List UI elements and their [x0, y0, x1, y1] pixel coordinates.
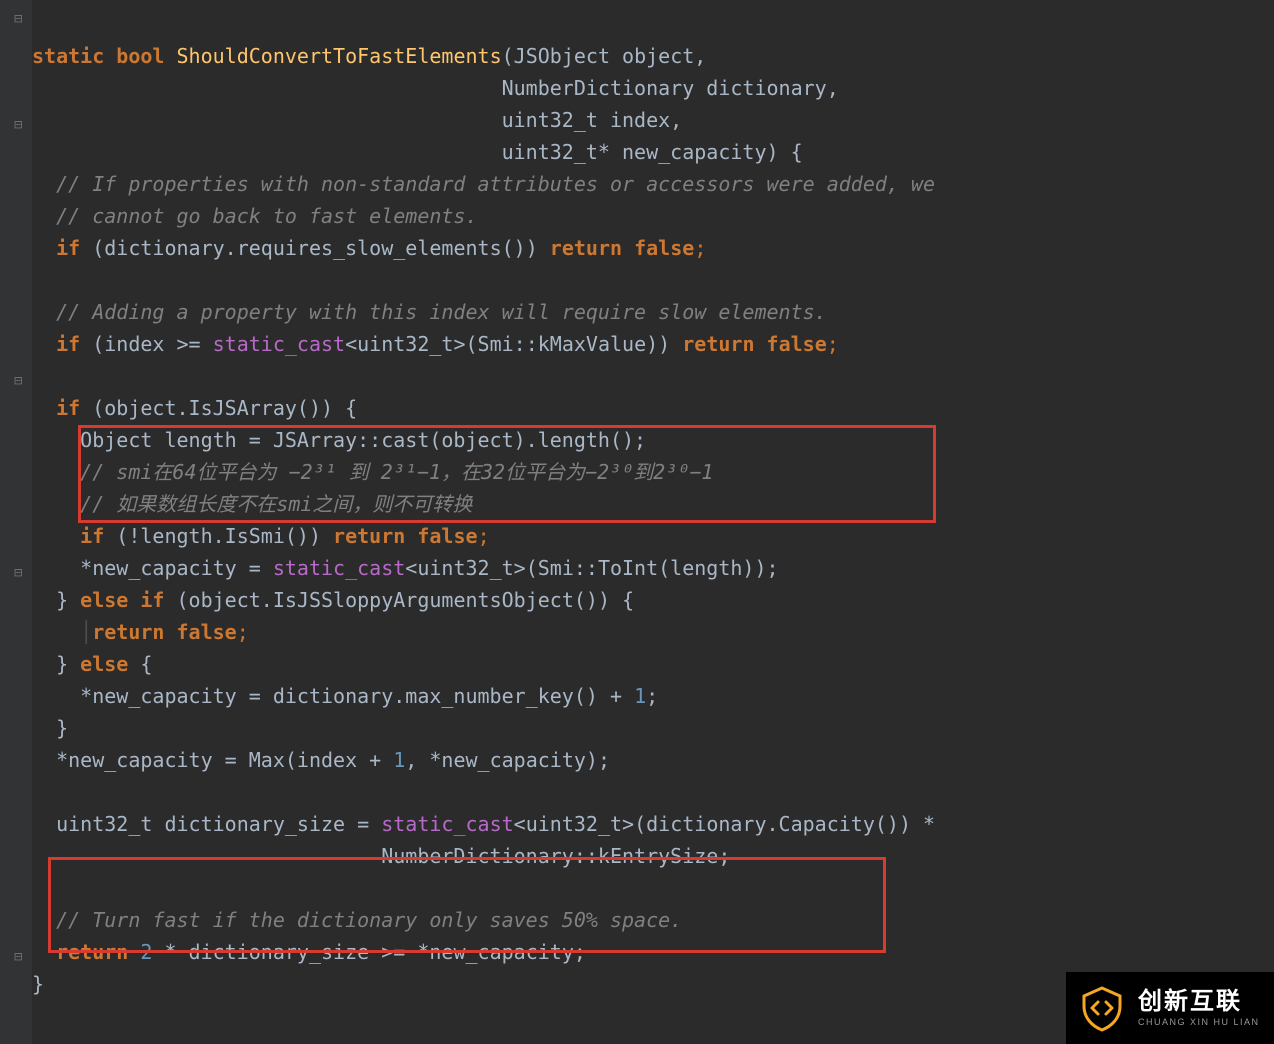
- code-line: │return false;: [32, 620, 249, 644]
- code-line: } else {: [32, 652, 152, 676]
- code-line: uint32_t* new_capacity) {: [32, 140, 803, 164]
- watermark: 创新互联 CHUANG XIN HU LIAN: [1066, 972, 1274, 1044]
- editor-gutter: ⊟ ⊟ ⊟ ⊟ ⊟: [0, 0, 32, 1044]
- code-line: Object length = JSArray::cast(object).le…: [32, 428, 646, 452]
- fold-end-icon[interactable]: ⊟: [14, 566, 28, 580]
- code-line: }: [32, 716, 68, 740]
- code-line: // Adding a property with this index wil…: [32, 300, 827, 324]
- watermark-text-cn: 创新互联: [1138, 988, 1260, 1016]
- code-line: uint32_t index,: [32, 108, 682, 132]
- code-line: static bool ShouldConvertToFastElements(…: [32, 44, 706, 68]
- watermark-logo-icon: [1076, 982, 1128, 1034]
- code-line: *new_capacity = static_cast<uint32_t>(Sm…: [32, 556, 779, 580]
- code-line: if (index >= static_cast<uint32_t>(Smi::…: [32, 332, 839, 356]
- code-line: uint32_t dictionary_size = static_cast<u…: [32, 812, 935, 836]
- code-line: }: [32, 972, 44, 996]
- code-line: *new_capacity = Max(index + 1, *new_capa…: [32, 748, 610, 772]
- code-line: NumberDictionary dictionary,: [32, 76, 839, 100]
- code-line: return 2 * dictionary_size >= *new_capac…: [32, 940, 586, 964]
- fold-collapse-icon[interactable]: ⊟: [14, 12, 28, 26]
- fold-end-icon[interactable]: ⊟: [14, 118, 28, 132]
- code-editor-content[interactable]: static bool ShouldConvertToFastElements(…: [32, 8, 935, 1000]
- code-line: // 如果数组长度不在smi之间，则不可转换: [32, 492, 472, 516]
- watermark-text-en: CHUANG XIN HU LIAN: [1138, 1016, 1260, 1028]
- code-line: // If properties with non-standard attri…: [32, 172, 935, 196]
- code-line: *new_capacity = dictionary.max_number_ke…: [32, 684, 658, 708]
- code-line: if (object.IsJSArray()) {: [32, 396, 357, 420]
- code-line: NumberDictionary::kEntrySize;: [32, 844, 730, 868]
- code-line: // smi在64位平台为 −2³¹ 到 2³¹−1，在32位平台为−2³⁰到2…: [32, 460, 713, 484]
- fold-end-icon[interactable]: ⊟: [14, 950, 28, 964]
- fold-collapse-icon[interactable]: ⊟: [14, 374, 28, 388]
- code-line: // Turn fast if the dictionary only save…: [32, 908, 682, 932]
- code-line: // cannot go back to fast elements.: [32, 204, 478, 228]
- code-line: if (dictionary.requires_slow_elements())…: [32, 236, 706, 260]
- code-line: if (!length.IsSmi()) return false;: [32, 524, 490, 548]
- code-line: } else if (object.IsJSSloppyArgumentsObj…: [32, 588, 634, 612]
